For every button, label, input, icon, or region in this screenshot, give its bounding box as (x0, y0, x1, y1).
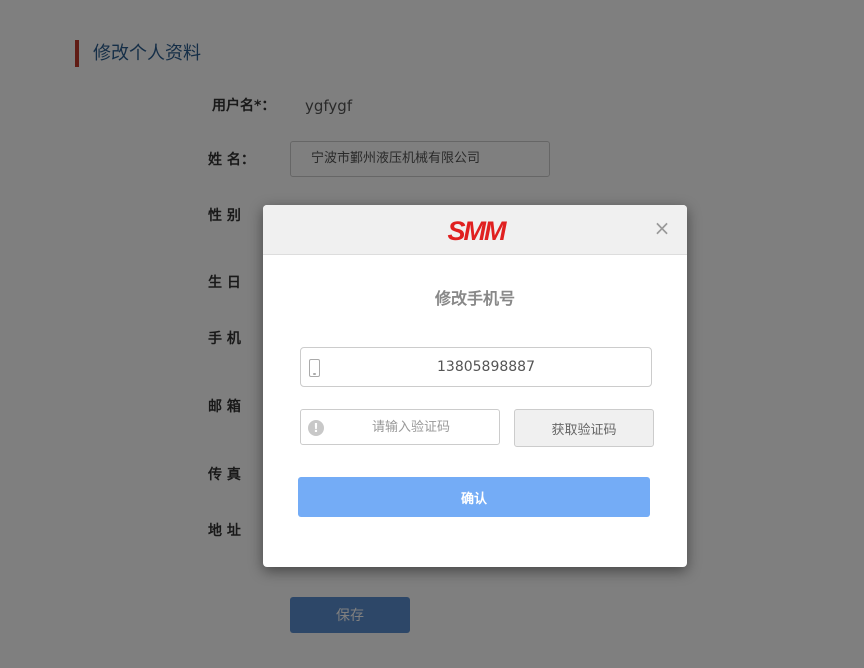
phone-number-value: 13805898887 (437, 359, 535, 375)
modal-title: 修改手机号 (434, 289, 515, 308)
confirm-button[interactable]: 确认 (298, 477, 650, 517)
smm-logo: SMM (447, 216, 507, 246)
phone-field[interactable]: 13805898887 (300, 347, 652, 387)
verification-code-input[interactable] (331, 410, 491, 444)
close-icon[interactable]: × (653, 218, 671, 238)
mobile-phone-icon (309, 359, 320, 377)
modal-header: SMM × (263, 205, 687, 255)
verification-code-field: ! (300, 409, 500, 445)
exclamation-icon: ! (308, 420, 324, 436)
get-code-button[interactable]: 获取验证码 (514, 409, 654, 447)
change-phone-modal: SMM × 修改手机号 13805898887 ! 获取验证码 确认 (263, 205, 687, 567)
